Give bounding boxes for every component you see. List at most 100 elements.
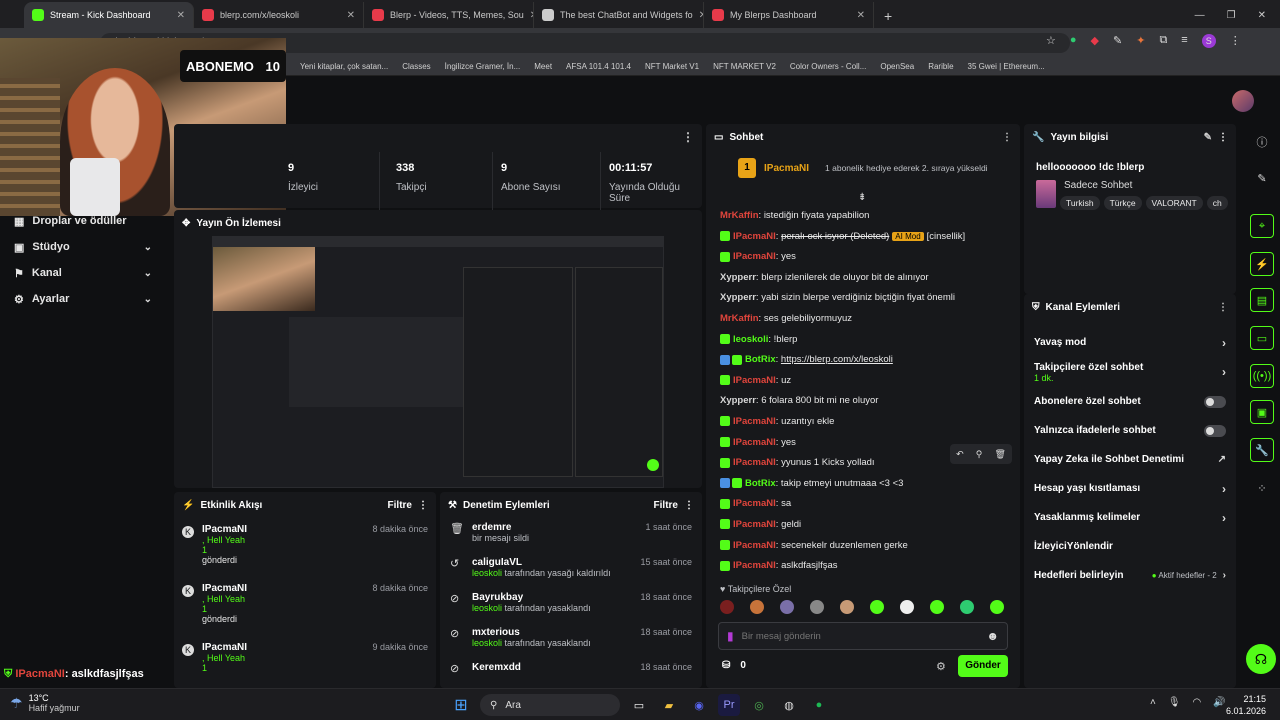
chat-message[interactable]: Xypperr: yabi sizin blerpe verdiğiniz bi… <box>706 288 1020 309</box>
chat-username[interactable]: IPacmaNI <box>733 375 776 386</box>
chat-username[interactable]: MrKaffin <box>720 313 759 324</box>
bookmark-item[interactable]: Color Owners - Coll... <box>790 62 866 71</box>
action-set-goals[interactable]: Hedefleri belirleyin ● Aktif hedefler - 2… <box>1024 561 1236 590</box>
chat-settings-gear-icon[interactable]: ⚙ <box>936 660 946 673</box>
menu-kebab-icon[interactable]: ⋮ <box>1002 132 1012 143</box>
close-tab-icon[interactable]: ✕ <box>177 10 185 21</box>
action-banned-words[interactable]: Yasaklanmış kelimeler › <box>1024 503 1236 532</box>
layout-icon[interactable]: ▣ <box>1250 400 1274 424</box>
chat-username[interactable]: Xypperr <box>720 272 756 283</box>
action-slow-mode[interactable]: Yavaş mod › <box>1024 328 1236 357</box>
chat-username[interactable]: BotRix <box>745 478 776 489</box>
chat-username[interactable]: Xypperr <box>720 292 756 303</box>
chat-message[interactable]: BotRix: https://blerp.com/x/leoskoli <box>706 350 1020 371</box>
chat-message-field[interactable] <box>741 630 979 642</box>
info-icon[interactable]: ⓘ <box>1250 130 1274 154</box>
new-tab-button[interactable]: + <box>874 8 902 28</box>
subscribers-only-toggle[interactable] <box>1204 395 1226 408</box>
weather-widget[interactable]: ☂ 13°C Hafif yağmur <box>10 693 80 713</box>
chat-message[interactable]: MrKaffin: istediğin fiyata yapabilion <box>706 206 1020 227</box>
discord-icon[interactable]: ◉ <box>688 694 710 716</box>
bookmark-item[interactable]: Classes <box>402 62 430 71</box>
emote-icon[interactable] <box>750 600 764 614</box>
filter-button[interactable]: Filtre <box>654 500 678 511</box>
bookmark-star-icon[interactable]: ☆ <box>1046 34 1056 48</box>
chat-username[interactable]: IPacmaNI <box>733 498 776 509</box>
bookmark-item[interactable]: Meet <box>534 62 552 71</box>
emote-icon[interactable] <box>900 600 914 614</box>
chat-username[interactable]: MrKaffin <box>720 210 759 221</box>
menu-kebab-icon[interactable]: ⋮ <box>1218 132 1228 143</box>
emote-icon[interactable] <box>720 600 734 614</box>
chat-input[interactable]: ▮ ☻ <box>718 622 1008 650</box>
chat-message[interactable]: leoskoli: !blerp <box>706 330 1020 351</box>
browser-tab[interactable]: My Blerps Dashboard ✕ <box>704 2 874 28</box>
emote-icon[interactable] <box>930 600 944 614</box>
bookmark-item[interactable]: NFT Market V1 <box>645 62 699 71</box>
microphone-icon[interactable]: 🎙 <box>1168 697 1181 708</box>
emote-icon[interactable] <box>780 600 794 614</box>
chat-message[interactable]: IPacmaNI: uz <box>706 371 1020 392</box>
chat-message[interactable]: MrKaffin: ses gelebiliyormuyuz <box>706 309 1020 330</box>
browser-tab[interactable]: Stream - Kick Dashboard ✕ <box>24 2 194 28</box>
chat-icon[interactable]: ▭ <box>1250 326 1274 350</box>
bookmark-item[interactable]: OpenSea <box>880 62 914 71</box>
extension-icon[interactable]: ● <box>1070 34 1077 48</box>
edit-pencil-icon[interactable]: ✎ <box>1204 132 1212 143</box>
document-icon[interactable]: ▤ <box>1250 288 1274 312</box>
browser-tab[interactable]: The best ChatBot and Widgets fo✕ <box>534 2 704 28</box>
bookmark-item[interactable]: Rarible <box>928 62 953 71</box>
chat-username[interactable]: Xypperr <box>720 395 756 406</box>
chat-message[interactable]: IPacmaNI: secenekelr duzenlemen gerke <box>706 536 1020 557</box>
premiere-icon[interactable]: Pr <box>718 694 740 716</box>
clock[interactable]: 21:15 6.01.2026 <box>1226 693 1266 717</box>
chat-username[interactable]: IPacmaNI <box>733 519 776 530</box>
stream-preview-video[interactable] <box>212 236 664 488</box>
chat-username[interactable]: IPacmaNI <box>733 540 776 551</box>
apps-icon[interactable]: ⁘ <box>1250 476 1274 500</box>
help-chat-button[interactable]: ☊ <box>1246 644 1276 674</box>
emote-icon[interactable] <box>960 600 974 614</box>
emote-icon[interactable] <box>990 600 1004 614</box>
action-account-age[interactable]: Hesap yaşı kısıtlaması › <box>1024 474 1236 503</box>
spotify-icon[interactable]: ● <box>808 694 830 716</box>
channel-points[interactable]: ⛁ 0 <box>722 660 746 671</box>
chat-username[interactable]: IPacmaNI <box>733 416 776 427</box>
minimize-icon[interactable]: — <box>1195 10 1205 21</box>
chevron-up-icon[interactable]: ˄ <box>1150 697 1156 708</box>
edit-pencil-icon[interactable]: ✎ <box>1250 166 1274 190</box>
lightning-icon[interactable]: ⚡ <box>1250 252 1274 276</box>
file-explorer-icon[interactable]: ▰ <box>658 694 680 716</box>
taskbar-search[interactable]: ⚲ Ara <box>480 694 620 716</box>
browser-tab[interactable]: Blerp - Videos, TTS, Memes, Sou✕ <box>364 2 534 28</box>
windows-start-icon[interactable]: ⊞ <box>450 694 472 716</box>
chat-username[interactable]: IPacmaNI <box>733 457 776 468</box>
profile-avatar-icon[interactable]: S <box>1201 34 1216 48</box>
action-ai-moderation[interactable]: Yapay Zeka ile Sohbet Denetimi ↗ <box>1024 445 1236 474</box>
microphone-icon[interactable]: ▮ <box>727 629 734 643</box>
chat-username[interactable]: IPacmaNI <box>733 251 776 262</box>
broadcast-icon[interactable]: ((•)) <box>1250 364 1274 388</box>
chrome-icon[interactable]: ◎ <box>748 694 770 716</box>
extension-icon[interactable]: ◆ <box>1091 34 1099 48</box>
maximize-icon[interactable]: ❐ <box>1227 10 1236 21</box>
user-avatar[interactable] <box>1232 90 1254 112</box>
bookmark-item[interactable]: AFSA 101.4 101.4 <box>566 62 631 71</box>
chat-username[interactable]: IPacmaNI <box>733 231 776 242</box>
extension-icon[interactable]: ✦ <box>1136 34 1145 48</box>
extensions-puzzle-icon[interactable]: ⧉ <box>1159 34 1167 48</box>
browser-tab[interactable]: blerp.com/x/leoskoli ✕ <box>194 2 364 28</box>
action-raid[interactable]: İzleyiciYönlendir <box>1024 532 1236 561</box>
sidebar-item-settings[interactable]: ⚙ Ayarlar ⌄ <box>0 286 170 312</box>
wifi-icon[interactable]: ◠ <box>1193 697 1202 708</box>
send-button[interactable]: Gönder <box>958 655 1008 677</box>
chat-username[interactable]: IPacmaNI <box>733 437 776 448</box>
bookmark-item[interactable]: Yeni kitaplar, çok satan... <box>300 62 388 71</box>
close-window-icon[interactable]: ✕ <box>1258 10 1266 21</box>
reply-icon[interactable]: ↶ <box>956 449 964 460</box>
chat-message[interactable]: IPacmaNI: peralı ock isyıor (Deleted) AI … <box>706 227 1020 248</box>
volume-icon[interactable]: 🔊 <box>1213 697 1225 708</box>
chat-message[interactable]: IPacmaNI: yes <box>706 247 1020 268</box>
menu-kebab-icon[interactable]: ⋮ <box>684 500 694 511</box>
emotes-only-toggle[interactable] <box>1204 424 1226 437</box>
